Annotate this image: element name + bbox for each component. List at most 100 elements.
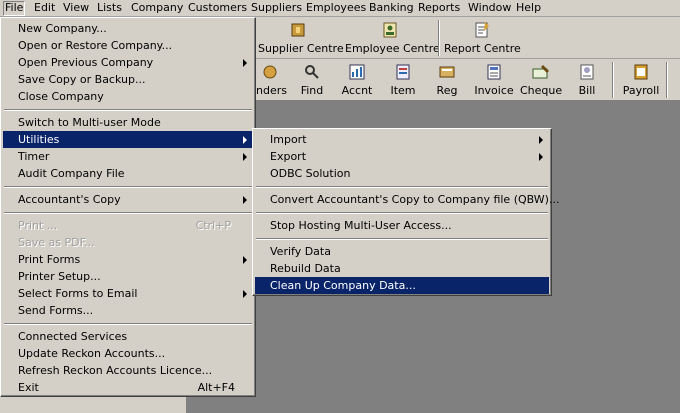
menu-item-label: Save Copy or Backup...	[18, 73, 146, 86]
payroll-icon	[634, 64, 648, 80]
menu-separator	[4, 212, 252, 214]
menu-item-label: Open Previous Company	[18, 56, 154, 69]
menu-item-exit[interactable]: Exit Alt+F4	[3, 379, 253, 396]
menu-separator	[4, 323, 252, 325]
menu-item-switch-multiuser[interactable]: Switch to Multi-user Mode	[3, 114, 253, 131]
find-button[interactable]: Find	[294, 60, 330, 100]
menu-item-print[interactable]: Print ... Ctrl+P	[3, 217, 253, 234]
menu-item-label: Export	[270, 150, 307, 163]
item-button[interactable]: Item	[384, 60, 422, 100]
payroll-button[interactable]: Payroll	[620, 60, 662, 100]
accnt-button[interactable]: Accnt	[338, 60, 376, 100]
invoice-button[interactable]: Invoice	[472, 60, 516, 100]
submenu-arrow-icon	[243, 153, 247, 161]
menu-item-import[interactable]: Import	[255, 131, 549, 148]
reminders-button[interactable]: inders	[250, 60, 290, 100]
menu-item-printer-setup[interactable]: Printer Setup...	[3, 268, 253, 285]
utilities-submenu: Import Export ODBC Solution Convert Acco…	[252, 128, 559, 296]
menu-separator	[256, 212, 548, 214]
menu-item-save-pdf[interactable]: Save as PDF...	[3, 234, 253, 251]
menu-item-label: Clean Up Company Data...	[270, 279, 416, 292]
toolbar-separator	[438, 20, 440, 56]
menu-lists[interactable]: Lists	[96, 1, 123, 16]
menu-item-label: Verify Data	[270, 245, 331, 258]
bill-label: Bill	[578, 84, 596, 97]
menu-item-label: Connected Services	[18, 330, 128, 343]
menu-item-audit[interactable]: Audit Company File	[3, 165, 253, 182]
menu-item-convert-accountants-copy[interactable]: Convert Accountant's Copy to Company fil…	[255, 191, 559, 208]
submenu-arrow-icon	[243, 136, 247, 144]
bill-button[interactable]: Bill	[570, 60, 604, 100]
menu-item-verify-data[interactable]: Verify Data	[255, 243, 549, 260]
menu-item-label: Exit	[18, 381, 39, 394]
menu-item-label: Select Forms to Email	[18, 287, 138, 300]
register-icon	[439, 66, 455, 78]
cheque-button[interactable]: Cheque	[520, 60, 562, 100]
menu-banking[interactable]: Banking	[368, 1, 415, 16]
menu-suppliers[interactable]: Suppliers	[250, 1, 303, 16]
employee-centre-label: Employee Centre	[345, 42, 440, 55]
menu-item-label: Close Company	[18, 90, 104, 103]
menu-item-utilities[interactable]: Utilities	[3, 131, 253, 148]
menu-item-odbc[interactable]: ODBC Solution	[255, 165, 549, 182]
file-menu: New Company... Open or Restore Company..…	[0, 17, 256, 397]
menu-item-label: Accountant's Copy	[18, 193, 121, 206]
supplier-centre-label: Supplier Centre	[258, 42, 344, 55]
menu-item-export[interactable]: Export	[255, 148, 549, 165]
menu-item-label: Open or Restore Company...	[18, 39, 173, 52]
menu-item-print-forms[interactable]: Print Forms	[3, 251, 253, 268]
menu-item-new-company[interactable]: New Company...	[3, 20, 253, 37]
cheque-icon	[532, 65, 549, 79]
toolbar-separator	[666, 62, 668, 98]
find-label: Find	[300, 84, 324, 97]
employee-centre-icon	[383, 22, 397, 38]
supplier-centre-button[interactable]: Supplier Centre	[258, 18, 344, 58]
submenu-arrow-icon	[539, 153, 543, 161]
menu-item-send-forms[interactable]: Send Forms...	[3, 302, 253, 319]
menu-company[interactable]: Company	[130, 1, 184, 16]
menu-window[interactable]: Window	[467, 1, 512, 16]
report-centre-button[interactable]: Report Centre	[444, 18, 521, 58]
menu-item-label: Printer Setup...	[18, 270, 101, 283]
report-centre-icon	[475, 22, 489, 38]
reminders-label: inders	[252, 84, 288, 97]
toolbar-separator	[612, 62, 614, 98]
menu-item-label: Convert Accountant's Copy to Company fil…	[270, 193, 560, 206]
menu-item-update-reckon[interactable]: Update Reckon Accounts...	[3, 345, 253, 362]
menu-item-label: Timer	[18, 150, 50, 163]
menu-item-label: Save as PDF...	[18, 236, 95, 249]
submenu-arrow-icon	[243, 256, 247, 264]
menu-file[interactable]: File	[3, 1, 26, 16]
menu-separator	[4, 109, 252, 111]
menu-item-timer[interactable]: Timer	[3, 148, 253, 165]
menu-employees[interactable]: Employees	[305, 1, 367, 16]
menu-item-rebuild-data[interactable]: Rebuild Data	[255, 260, 549, 277]
menu-item-save-copy[interactable]: Save Copy or Backup...	[3, 71, 253, 88]
menu-item-close-company[interactable]: Close Company	[3, 88, 253, 105]
menu-item-select-forms-email[interactable]: Select Forms to Email	[3, 285, 253, 302]
submenu-arrow-icon	[243, 196, 247, 204]
employee-centre-button[interactable]: Employee Centre	[345, 18, 440, 58]
invoice-icon	[487, 64, 501, 80]
menu-separator	[256, 238, 548, 240]
menu-item-open-restore[interactable]: Open or Restore Company...	[3, 37, 253, 54]
supplier-centre-icon	[291, 23, 305, 37]
reg-button[interactable]: Reg	[428, 60, 466, 100]
menu-item-label: Import	[270, 133, 307, 146]
bill-icon	[580, 64, 594, 80]
menu-item-label: Print ...	[18, 219, 58, 232]
menu-item-stop-hosting[interactable]: Stop Hosting Multi-User Access...	[255, 217, 549, 234]
menu-item-open-previous[interactable]: Open Previous Company	[3, 54, 253, 71]
menu-separator	[256, 186, 548, 188]
menu-view[interactable]: View	[62, 1, 90, 16]
submenu-arrow-icon	[243, 290, 247, 298]
menu-item-refresh-licence[interactable]: Refresh Reckon Accounts Licence...	[3, 362, 253, 379]
menu-customers[interactable]: Customers	[187, 1, 248, 16]
menu-item-clean-up-company-data[interactable]: Clean Up Company Data...	[255, 277, 549, 294]
menu-edit[interactable]: Edit	[33, 1, 56, 16]
menu-item-accountants-copy[interactable]: Accountant's Copy	[3, 191, 253, 208]
shortcut-label: Alt+F4	[197, 381, 235, 394]
menu-item-connected-services[interactable]: Connected Services	[3, 328, 253, 345]
menu-reports[interactable]: Reports	[417, 1, 461, 16]
menu-help[interactable]: Help	[515, 1, 542, 16]
